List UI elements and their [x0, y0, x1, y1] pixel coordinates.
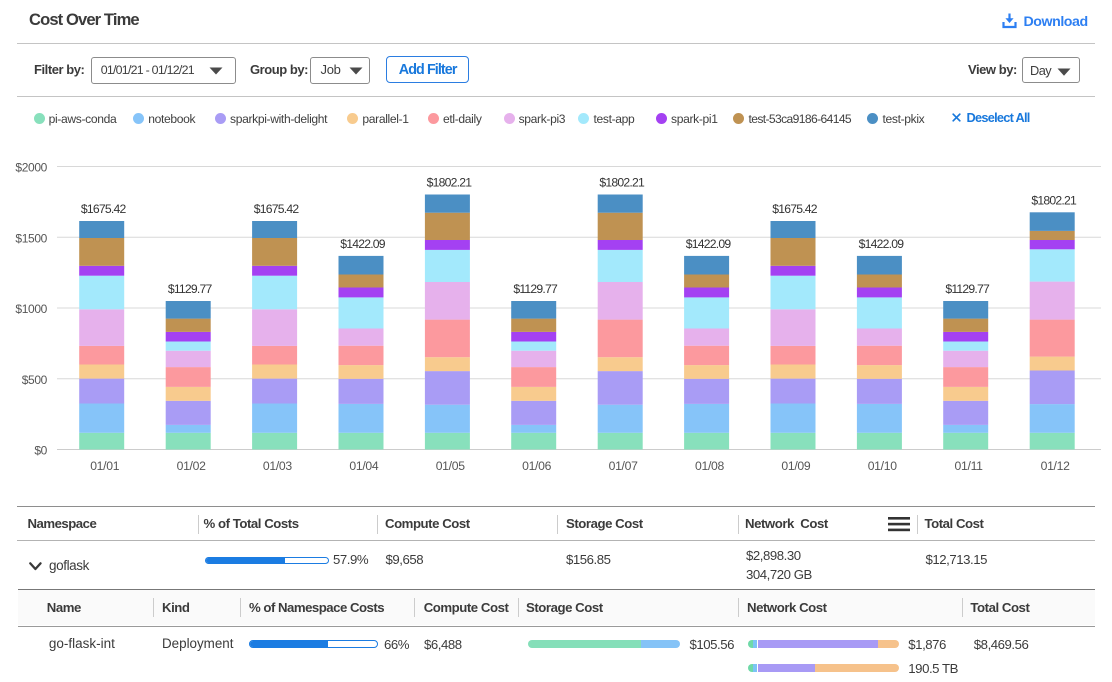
- svg-text:$500: $500: [22, 373, 48, 387]
- svg-text:01/11: 01/11: [955, 459, 984, 473]
- svg-text:$0: $0: [34, 444, 47, 458]
- svg-text:01/07: 01/07: [609, 459, 639, 473]
- svg-text:01/12: 01/12: [1041, 459, 1071, 473]
- svg-text:01/02: 01/02: [177, 459, 207, 473]
- svg-text:$1129.77: $1129.77: [168, 282, 213, 296]
- svg-text:$1802.21: $1802.21: [427, 176, 473, 190]
- svg-text:01/01: 01/01: [90, 459, 120, 473]
- svg-text:$1422.09: $1422.09: [340, 237, 386, 251]
- svg-text:01/05: 01/05: [436, 459, 466, 473]
- svg-text:$1675.42: $1675.42: [254, 202, 300, 216]
- svg-text:01/06: 01/06: [522, 459, 552, 473]
- svg-text:$1675.42: $1675.42: [81, 202, 127, 216]
- svg-text:$1802.21: $1802.21: [599, 176, 645, 190]
- svg-text:01/08: 01/08: [695, 459, 725, 473]
- svg-text:$1802.21: $1802.21: [1031, 193, 1077, 207]
- svg-text:$1675.42: $1675.42: [772, 202, 818, 216]
- svg-text:$2000: $2000: [15, 161, 47, 175]
- svg-text:01/04: 01/04: [349, 459, 379, 473]
- svg-text:$1129.77: $1129.77: [513, 282, 558, 296]
- svg-text:$1129.77: $1129.77: [945, 282, 990, 296]
- svg-text:01/09: 01/09: [781, 459, 811, 473]
- svg-text:01/03: 01/03: [263, 459, 293, 473]
- svg-text:$1000: $1000: [15, 302, 47, 316]
- svg-text:$1422.09: $1422.09: [859, 237, 905, 251]
- svg-text:01/10: 01/10: [868, 459, 898, 473]
- svg-text:$1422.09: $1422.09: [686, 237, 732, 251]
- svg-text:$1500: $1500: [15, 231, 47, 245]
